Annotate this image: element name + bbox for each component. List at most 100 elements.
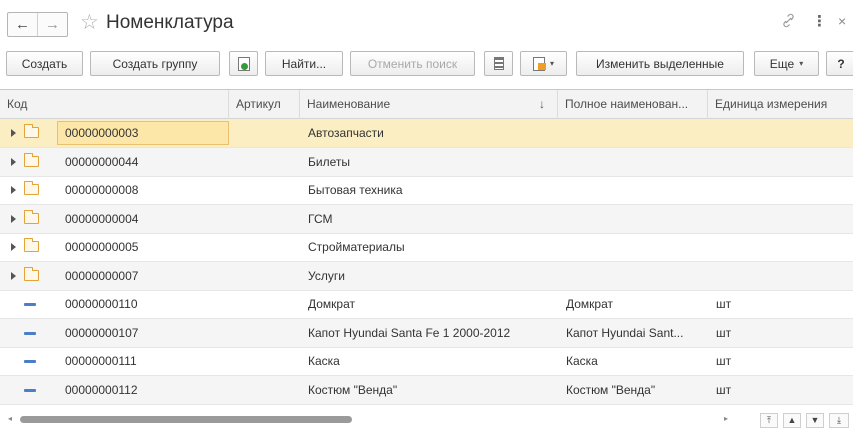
scroll-to-last-button[interactable]: ⤓ bbox=[829, 413, 849, 428]
find-button[interactable]: Найти... bbox=[265, 51, 343, 76]
forward-button[interactable]: → bbox=[37, 13, 67, 36]
folder-icon bbox=[23, 152, 39, 167]
close-icon[interactable]: × bbox=[838, 13, 846, 29]
column-header-article[interactable]: Артикул bbox=[229, 90, 300, 119]
cell-unit[interactable] bbox=[708, 233, 853, 261]
cell-full-name[interactable] bbox=[558, 119, 708, 147]
cell-unit[interactable]: шт bbox=[708, 347, 853, 375]
cell-unit[interactable] bbox=[708, 148, 853, 176]
cell-full-name[interactable] bbox=[558, 262, 708, 290]
cell-code[interactable]: 00000000008 bbox=[57, 176, 229, 204]
table-row-group[interactable]: 00000000008 Бытовая техника bbox=[0, 176, 853, 205]
cell-name[interactable]: Домкрат bbox=[300, 290, 558, 318]
scroll-to-first-button[interactable]: ⤒ bbox=[760, 413, 778, 428]
scroll-left-icon[interactable]: ◂ bbox=[8, 414, 12, 423]
cell-unit[interactable] bbox=[708, 176, 853, 204]
horizontal-scrollbar[interactable]: ◂ ▸ ⤒ ▲ ▼ ⤓ bbox=[0, 409, 853, 434]
more-menu-button[interactable]: Еще ▾ bbox=[754, 51, 819, 76]
table-row-item[interactable]: 00000000107 Капот Hyundai Santa Fe 1 2000… bbox=[0, 318, 853, 348]
table-row-group[interactable]: 00000000003 Автозапчасти bbox=[0, 119, 853, 148]
scroll-down-button[interactable]: ▼ bbox=[806, 413, 824, 428]
cell-code[interactable]: 00000000110 bbox=[57, 290, 229, 318]
table-row-group[interactable]: 00000000005 Стройматериалы bbox=[0, 233, 853, 262]
more-actions-icon[interactable]: ⋮ bbox=[812, 12, 827, 30]
table-row-group[interactable]: 00000000004 ГСМ bbox=[0, 204, 853, 234]
create-copy-button[interactable] bbox=[229, 51, 258, 76]
column-header-code[interactable]: Код bbox=[0, 90, 229, 119]
cell-name[interactable]: Костюм "Венда" bbox=[300, 376, 558, 404]
cell-code[interactable]: 00000000107 bbox=[57, 319, 229, 347]
cell-name[interactable]: Бытовая техника bbox=[300, 176, 558, 204]
cell-unit[interactable] bbox=[708, 205, 853, 233]
cell-unit[interactable] bbox=[708, 119, 853, 147]
cell-article[interactable] bbox=[229, 319, 300, 347]
cell-article[interactable] bbox=[229, 176, 300, 204]
expand-arrow-icon[interactable] bbox=[11, 214, 16, 223]
help-button[interactable]: ? bbox=[826, 51, 853, 76]
expand-arrow-icon[interactable] bbox=[11, 271, 16, 280]
expand-arrow-icon[interactable] bbox=[11, 157, 16, 166]
cell-code[interactable]: 00000000111 bbox=[57, 347, 229, 375]
cell-name[interactable]: Услуги bbox=[300, 262, 558, 290]
scroll-up-button[interactable]: ▲ bbox=[783, 413, 801, 428]
cell-name[interactable]: Капот Hyundai Santa Fe 1 2000-2012 bbox=[300, 319, 558, 347]
cell-article[interactable] bbox=[229, 347, 300, 375]
table-row-item[interactable]: 00000000110 Домкрат Домкрат шт bbox=[0, 290, 853, 319]
cell-full-name[interactable]: Капот Hyundai Sant... bbox=[558, 319, 708, 347]
cell-full-name[interactable] bbox=[558, 176, 708, 204]
cell-code[interactable]: 00000000004 bbox=[57, 205, 229, 233]
cell-name[interactable]: Стройматериалы bbox=[300, 233, 558, 261]
column-header-name[interactable]: Наименование ↓ bbox=[300, 90, 558, 119]
cell-full-name[interactable]: Костюм "Венда" bbox=[558, 376, 708, 404]
expand-arrow-icon[interactable] bbox=[11, 243, 16, 251]
cell-unit[interactable] bbox=[708, 262, 853, 290]
cell-name[interactable]: ГСМ bbox=[300, 205, 558, 233]
cell-article[interactable] bbox=[229, 148, 300, 176]
cell-article[interactable] bbox=[229, 233, 300, 261]
cell-unit[interactable]: шт bbox=[708, 319, 853, 347]
cell-code[interactable]: 00000000003 bbox=[57, 119, 229, 147]
cell-full-name[interactable] bbox=[558, 148, 708, 176]
scrollbar-thumb[interactable] bbox=[20, 416, 352, 423]
cell-name[interactable]: Автозапчасти bbox=[300, 119, 558, 147]
cell-unit[interactable]: шт bbox=[708, 376, 853, 404]
folder-icon bbox=[23, 124, 39, 138]
cell-name[interactable]: Билеты bbox=[300, 148, 558, 176]
expand-arrow-icon[interactable] bbox=[11, 186, 16, 194]
cancel-search-button[interactable]: Отменить поиск bbox=[350, 51, 475, 76]
create-group-button[interactable]: Создать группу bbox=[90, 51, 220, 76]
table-row-item[interactable]: 00000000111 Каска Каска шт bbox=[0, 347, 853, 376]
cell-article[interactable] bbox=[229, 205, 300, 233]
cell-article[interactable] bbox=[229, 290, 300, 318]
cell-full-name[interactable] bbox=[558, 205, 708, 233]
create-button[interactable]: Создать bbox=[6, 51, 83, 76]
table-row-group[interactable]: 00000000044 Билеты bbox=[0, 147, 853, 177]
expand-arrow-icon[interactable] bbox=[11, 129, 16, 137]
new-document-icon bbox=[237, 56, 250, 71]
cell-article[interactable] bbox=[229, 262, 300, 290]
cell-article[interactable] bbox=[229, 376, 300, 404]
back-button[interactable]: ← bbox=[8, 13, 37, 36]
cell-code[interactable]: 00000000005 bbox=[57, 233, 229, 261]
item-icon bbox=[24, 303, 36, 306]
cell-full-name[interactable]: Каска bbox=[558, 347, 708, 375]
table-row-group[interactable]: 00000000007 Услуги bbox=[0, 261, 853, 291]
cell-full-name[interactable] bbox=[558, 233, 708, 261]
link-icon[interactable] bbox=[781, 13, 796, 32]
list-view-button[interactable] bbox=[484, 51, 513, 76]
cell-code[interactable]: 00000000112 bbox=[57, 376, 229, 404]
scroll-right-icon[interactable]: ▸ bbox=[724, 414, 728, 423]
cell-article[interactable] bbox=[229, 119, 300, 147]
edit-selected-button[interactable]: Изменить выделенные bbox=[576, 51, 744, 76]
column-header-full-name[interactable]: Полное наименован... bbox=[558, 90, 708, 119]
table-row-item[interactable]: 00000000112 Костюм "Венда" Костюм "Венда" ш… bbox=[0, 375, 853, 405]
cell-unit[interactable]: шт bbox=[708, 290, 853, 318]
more-menu-label: Еще bbox=[769, 56, 795, 71]
cell-code[interactable]: 00000000044 bbox=[57, 148, 229, 176]
print-menu-button[interactable]: ▾ bbox=[520, 51, 567, 76]
favorite-star-icon[interactable]: ☆ bbox=[80, 11, 99, 35]
cell-name[interactable]: Каска bbox=[300, 347, 558, 375]
cell-full-name[interactable]: Домкрат bbox=[558, 290, 708, 318]
cell-code[interactable]: 00000000007 bbox=[57, 262, 229, 290]
column-header-unit[interactable]: Единица измерения bbox=[708, 90, 853, 119]
